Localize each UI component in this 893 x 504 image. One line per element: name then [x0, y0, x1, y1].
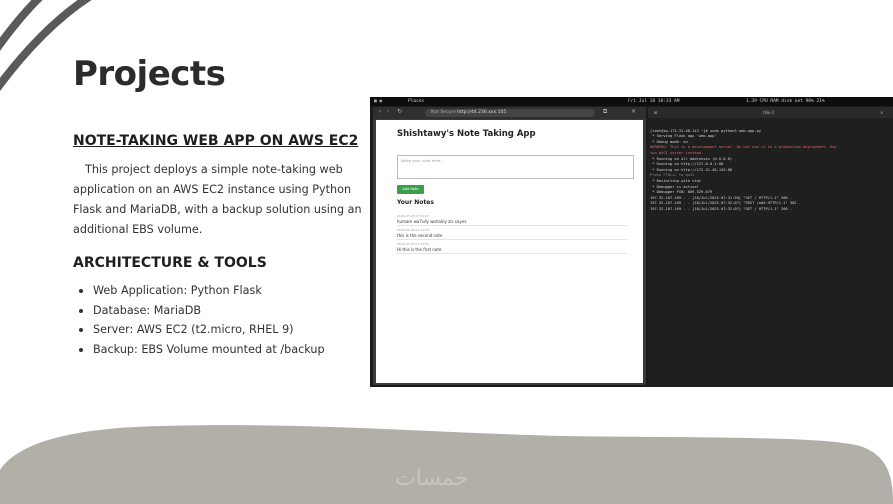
- list-item: 2025-07-18 07:31:59 this is the second n…: [397, 228, 627, 240]
- url-text: http://44.236.xxx.105: [457, 110, 507, 115]
- terminal-line: * Restarting with stat: [650, 178, 702, 183]
- browser-toolbar: ‹ › ↻ Not Secure http://44.236.xxx.105 ⧉…: [373, 107, 646, 119]
- list-item: Web Application: Python Flask: [79, 281, 325, 301]
- list-item: Backup: EBS Volume mounted at /backup: [79, 340, 325, 360]
- reload-icon[interactable]: ↻: [397, 108, 402, 115]
- note-text: Hi this is the first note: [397, 247, 442, 252]
- project-description: This project deploys a simple note-takin…: [73, 163, 362, 236]
- list-item: Server: AWS EC2 (t2.micro, RHEL 9): [79, 320, 325, 340]
- terminal-line: * Debugger PIN: 809-529-879: [650, 190, 713, 195]
- bottom-blob: [0, 425, 893, 504]
- notes-heading: Your Notes: [397, 199, 434, 206]
- back-icon[interactable]: ‹: [379, 108, 381, 115]
- terminal-menu-icon[interactable]: ⊞: [654, 107, 657, 118]
- places-menu[interactable]: Places: [408, 97, 424, 106]
- list-item: Database: MariaDB: [79, 301, 325, 321]
- note-textarea[interactable]: Write your note here...: [397, 155, 634, 179]
- terminal-line: * Debug mode: on: [650, 139, 688, 144]
- close-icon[interactable]: ×: [631, 108, 636, 115]
- page-title: Projects: [73, 54, 226, 94]
- desktop-top-bar: ▦ ◉ Places Fri Jul 18 10:33 AM 1.39 CPU …: [370, 97, 893, 106]
- forward-icon[interactable]: ›: [387, 108, 389, 115]
- terminal-line: ion WSGI server instead.: [650, 150, 704, 155]
- terminal-window: ⊞ tilix-1 × [root@ip-172-31-48-143 ~]# s…: [648, 107, 893, 387]
- terminal-line: * Serving Flask app 'web-app': [650, 134, 717, 139]
- terminal-line: * Running on http://172.31.48.143:80: [650, 167, 733, 172]
- close-icon[interactable]: ×: [880, 107, 883, 118]
- terminal-line: * Debugger is active!: [650, 184, 699, 189]
- project-heading: NOTE-TAKING WEB APP ON AWS EC2: [73, 133, 359, 149]
- app-title: Shishtawy's Note Taking App: [397, 129, 536, 139]
- terminal-title-bar: ⊞ tilix-1 ×: [648, 107, 893, 118]
- terminal-line: 197.32.107.109 - - [18/Jul/2025 07:32:07…: [650, 201, 801, 206]
- add-note-button[interactable]: Add Note: [397, 185, 424, 194]
- activities-icon[interactable]: ▦ ◉: [374, 97, 382, 106]
- system-status: 1.39 CPU RAM disk net 98% 21%: [746, 99, 825, 104]
- arc-decoration-inner: [0, 0, 43, 51]
- note-text: humam wa7sdy wehalny zis xayes: [397, 219, 467, 224]
- list-item: 2025-07-18 07:32:07 humam wa7sdy wehalny…: [397, 214, 627, 226]
- address-bar[interactable]: Not Secure http://44.236.xxx.105: [425, 109, 595, 117]
- architecture-heading: ARCHITECTURE & TOOLS: [73, 255, 267, 271]
- desktop-screenshot: ▦ ◉ Places Fri Jul 18 10:33 AM 1.39 CPU …: [370, 97, 893, 387]
- terminal-output: [root@ip-172-31-48-143 ~]# sudo python3 …: [650, 123, 837, 218]
- terminal-line: 197.32.107.109 - - [18/Jul/2025 07:32:07…: [650, 206, 793, 211]
- terminal-line: WARNING: This is a development server. D…: [650, 145, 837, 150]
- extensions-icon[interactable]: ⧉: [603, 108, 607, 116]
- terminal-line: Press CTRL+C to quit: [650, 173, 695, 178]
- terminal-line: 197.32.107.109 - - [18/Jul/2025 07:31:50…: [650, 195, 793, 200]
- tools-list: Web Application: Python Flask Database: …: [79, 281, 325, 360]
- terminal-line: * Running on http://127.0.0.1:80: [650, 162, 724, 167]
- browser-window: ‹ › ↻ Not Secure http://44.236.xxx.105 ⧉…: [373, 107, 646, 385]
- list-item: 2025-07-18 07:31:50 Hi this is the first…: [397, 242, 627, 254]
- terminal-line: [root@ip-172-31-48-143 ~]# sudo python3 …: [650, 128, 762, 133]
- web-page: Shishtawy's Note Taking App Write your n…: [376, 120, 643, 383]
- clock[interactable]: Fri Jul 18 10:33 AM: [628, 97, 679, 106]
- note-text: this is the second note: [397, 233, 443, 238]
- terminal-line: * Running on all addresses (0.0.0.0): [650, 156, 733, 161]
- not-secure-label: Not Secure: [431, 110, 456, 115]
- watermark-logo: خمسات: [395, 466, 469, 491]
- terminal-title: tilix-1: [763, 110, 775, 115]
